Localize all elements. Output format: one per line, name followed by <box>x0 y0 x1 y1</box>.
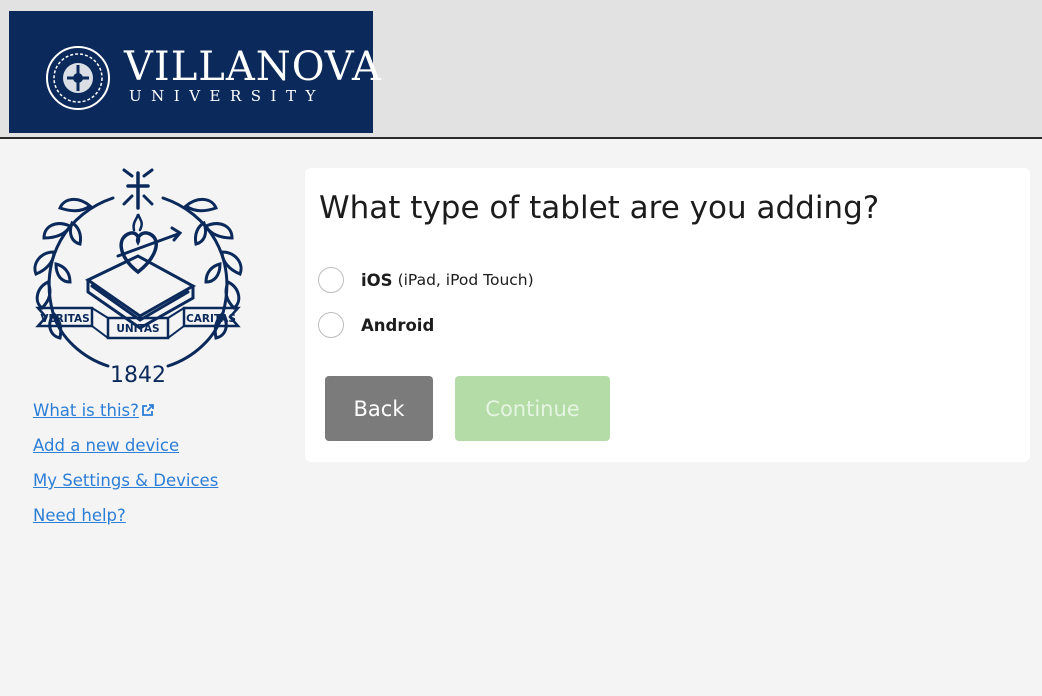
motto-unitas: UNITAS <box>116 323 159 335</box>
motto-veritas: VERITAS <box>40 313 89 325</box>
sidebar-nav: What is this? Add a new device My Settin… <box>33 400 218 540</box>
my-settings-devices-link[interactable]: My Settings & Devices <box>33 470 218 492</box>
need-help-link[interactable]: Need help? <box>33 505 218 527</box>
option-ios[interactable]: iOS (iPad, iPod Touch) <box>318 265 534 295</box>
device-type-card: What type of tablet are you adding? iOS … <box>305 168 1030 462</box>
option-android[interactable]: Android <box>318 310 434 340</box>
ios-radio-button[interactable] <box>318 267 344 293</box>
android-radio-button[interactable] <box>318 312 344 338</box>
add-new-device-link[interactable]: Add a new device <box>33 435 218 457</box>
university-name: VILLANOVA <box>124 44 382 90</box>
continue-button[interactable]: Continue <box>455 376 610 441</box>
ios-label: iOS <box>361 270 393 290</box>
external-link-icon <box>141 404 154 416</box>
header: VILLANOVA UNIVERSITY <box>0 0 1042 139</box>
university-crest-icon: VERITAS UNITAS CARITAS 1842 <box>33 168 243 388</box>
android-label: Android <box>361 315 435 335</box>
back-button[interactable]: Back <box>325 376 433 441</box>
page-title: What type of tablet are you adding? <box>319 190 880 226</box>
university-subtitle: UNIVERSITY <box>129 87 325 105</box>
what-is-this-label: What is this? <box>33 401 139 420</box>
ios-detail: (iPad, iPod Touch) <box>397 271 534 289</box>
motto-caritas: CARITAS <box>186 313 236 325</box>
university-banner: VILLANOVA UNIVERSITY <box>9 11 381 133</box>
page: VILLANOVA UNIVERSITY VERITAS UNITAS CARI… <box>0 0 1042 696</box>
founding-year: 1842 <box>110 363 166 388</box>
university-seal-icon <box>46 46 110 110</box>
what-is-this-link[interactable]: What is this? <box>33 400 218 422</box>
